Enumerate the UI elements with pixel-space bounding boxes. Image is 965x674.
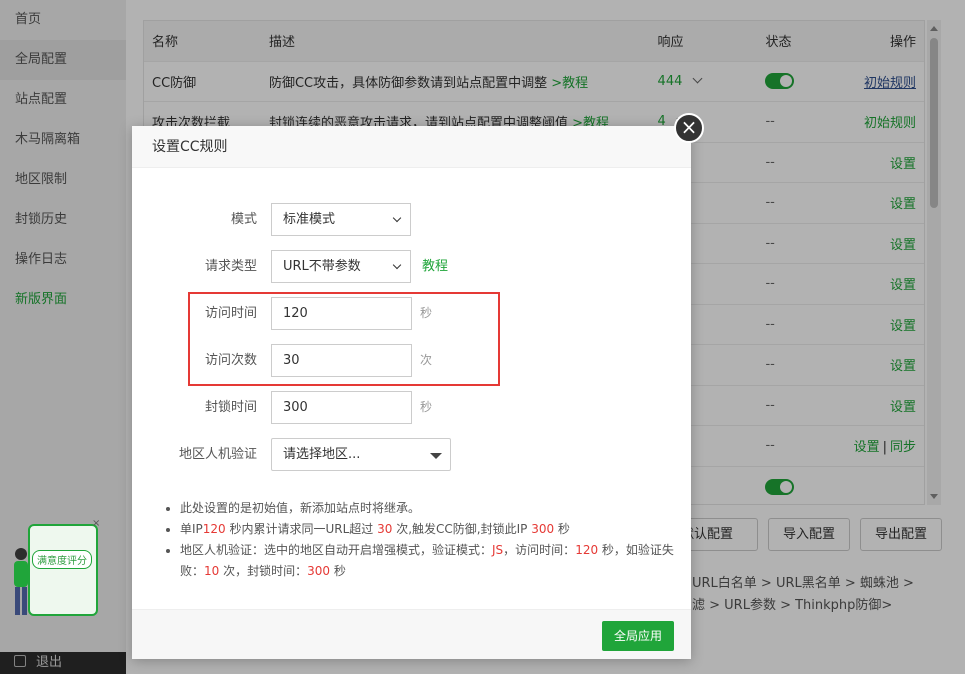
request-type-label: 请求类型 [204, 259, 257, 274]
dialog-footer: 全局应用 [132, 609, 691, 659]
caret-down-icon [430, 453, 442, 459]
dialog-title: 设置CC规则 [132, 126, 691, 168]
note-item: 地区人机验证：选中的地区自动开启增强模式，验证模式：JS，访问时间：120 秒，… [180, 540, 678, 582]
note-value: 120 [575, 543, 599, 557]
note-value: 300 [531, 522, 555, 536]
note-text: 次,触发CC防御,封锁此IP [392, 522, 532, 536]
note-value: JS [492, 543, 504, 557]
note-value: 120 [202, 522, 226, 536]
close-icon[interactable]: × [674, 113, 704, 143]
note-text: 此处设置的是初始值，新添加站点时将继承。 [180, 501, 421, 515]
region-label: 地区人机验证 [178, 447, 257, 462]
note-text: 单IP [180, 522, 203, 536]
block-time-label: 封锁时间 [204, 400, 257, 415]
satisfaction-widget[interactable]: 满意度评分 × [10, 516, 102, 620]
note-text: 次，封锁时间： [219, 564, 308, 578]
help-notes: 此处设置的是初始值，新添加站点时将继承。 单IP120 秒内累计请求同一URL超… [168, 498, 678, 582]
region-placeholder: 请选择地区... [283, 447, 361, 462]
tutorial-link[interactable]: 教程 [422, 250, 448, 283]
chevron-down-icon [392, 260, 402, 270]
note-value: 300 [307, 564, 331, 578]
widget-close-icon[interactable]: × [92, 518, 100, 529]
note-item: 单IP120 秒内累计请求同一URL超过 30 次,触发CC防御,封锁此IP 3… [180, 519, 678, 540]
mode-select[interactable]: 标准模式 [271, 203, 411, 236]
apply-globally-button[interactable]: 全局应用 [602, 621, 674, 651]
satisfaction-label: 满意度评分 [32, 550, 92, 569]
chevron-down-icon [392, 213, 402, 223]
region-row: 地区人机验证 请选择地区... [132, 438, 691, 471]
note-text: ，访问时间： [503, 543, 576, 557]
note-item: 此处设置的是初始值，新添加站点时将继承。 [180, 498, 678, 519]
note-value: 30 [377, 522, 393, 536]
clipboard-icon [28, 524, 98, 616]
request-type-value: URL不带参数 [283, 259, 361, 274]
note-text: 地区人机验证：选中的地区自动开启增强模式，验证模式： [180, 543, 493, 557]
mode-value: 标准模式 [283, 212, 336, 227]
block-time-row: 封锁时间 300 秒 [132, 391, 691, 424]
region-select[interactable]: 请选择地区... [271, 438, 451, 471]
cc-rule-dialog: 设置CC规则 模式 标准模式 请求类型 URL不带参数 教程 访问时间 120 … [132, 126, 691, 659]
block-time-unit: 秒 [420, 400, 433, 414]
note-text: 秒 [330, 564, 346, 578]
request-type-row: 请求类型 URL不带参数 教程 [132, 250, 691, 283]
note-text: 秒 [554, 522, 570, 536]
person-icon [14, 548, 28, 615]
note-text: 秒内累计请求同一URL超过 [225, 522, 378, 536]
note-value: 10 [204, 564, 220, 578]
highlight-box [188, 292, 500, 386]
block-time-input[interactable]: 300 [271, 391, 412, 424]
request-type-select[interactable]: URL不带参数 [271, 250, 411, 283]
mode-label: 模式 [230, 212, 257, 227]
